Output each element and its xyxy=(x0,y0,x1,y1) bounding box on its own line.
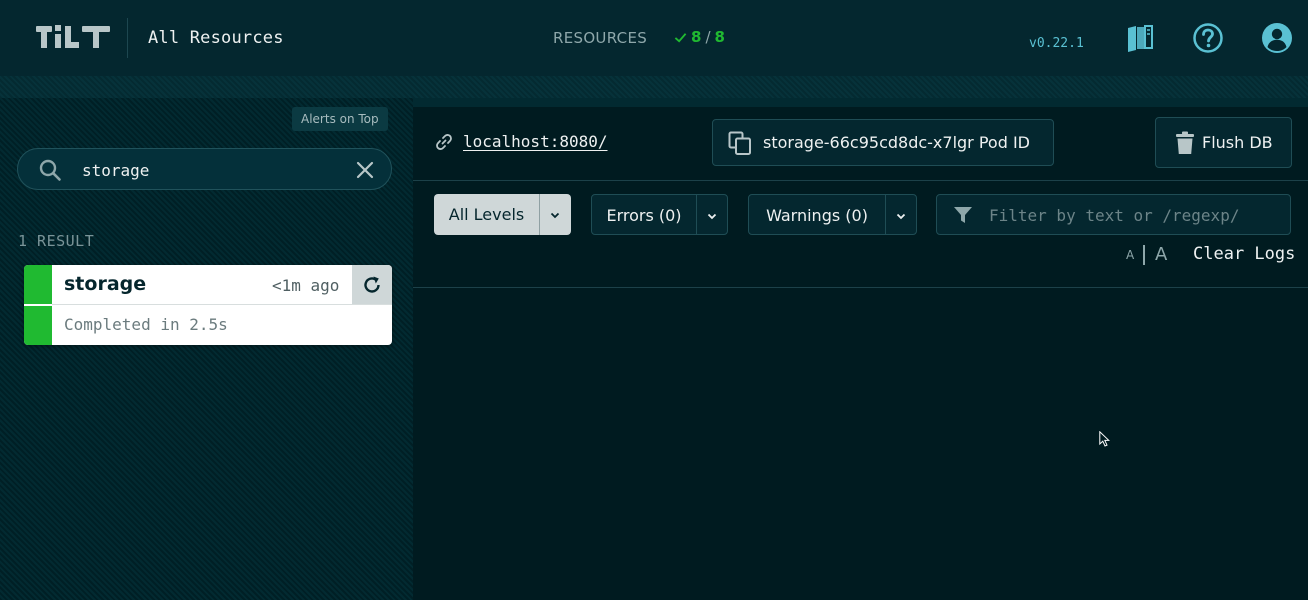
all-levels-filter: All Levels xyxy=(434,194,571,235)
docs-icon[interactable] xyxy=(1124,22,1156,54)
clear-logs-button[interactable]: Clear Logs xyxy=(1193,244,1295,264)
errors-filter: Errors (0) xyxy=(591,194,728,235)
resource-card-storage[interactable]: storage <1m ago Completed in 2.5s xyxy=(24,265,392,345)
resources-status-count[interactable]: 8 / 8 xyxy=(674,28,725,46)
decrease-font-size-button[interactable]: A xyxy=(1126,248,1134,262)
warnings-button[interactable]: Warnings (0) xyxy=(749,195,885,234)
resources-label: RESOURCES xyxy=(553,29,648,47)
search-icon xyxy=(39,159,61,181)
clear-search-icon[interactable] xyxy=(354,159,376,181)
header-stripe-band xyxy=(0,76,1308,98)
copy-pod-id-button[interactable]: storage-66c95cd8dc-x7lgr Pod ID xyxy=(712,119,1054,166)
resource-name[interactable]: storage xyxy=(64,273,146,295)
resource-search-input[interactable] xyxy=(82,158,342,182)
count-separator: / xyxy=(705,28,711,46)
all-levels-dropdown[interactable] xyxy=(539,194,570,235)
font-size-separator xyxy=(1143,245,1145,265)
increase-font-size-button[interactable]: A xyxy=(1155,244,1167,265)
runtime-status-indicator xyxy=(24,265,52,304)
header-divider xyxy=(127,18,128,58)
trash-icon xyxy=(1176,131,1194,154)
checkmark-icon xyxy=(674,32,687,43)
all-levels-button[interactable]: All Levels xyxy=(434,194,539,235)
warnings-filter: Warnings (0) xyxy=(748,194,917,235)
pod-id-label: storage-66c95cd8dc-x7lgr Pod ID xyxy=(763,133,1030,152)
errors-dropdown[interactable] xyxy=(696,195,727,234)
result-count: 1 RESULT xyxy=(18,232,95,250)
card-divider xyxy=(52,304,392,305)
page-title[interactable]: All Resources xyxy=(148,28,284,48)
version-label: v0.22.1 xyxy=(1029,36,1084,51)
resource-detail-pane: localhost:8080/ storage-66c95cd8dc-x7lgr… xyxy=(413,98,1308,600)
build-status-text: Completed in 2.5s xyxy=(64,315,228,334)
mouse-cursor-icon xyxy=(1099,431,1110,447)
pane-top-band xyxy=(413,98,1308,107)
endpoint-link[interactable]: localhost:8080/ xyxy=(435,132,608,151)
sidebar: Alerts on Top 1 RESULT storage <1m ago C… xyxy=(0,98,413,600)
filter-bar-divider xyxy=(413,180,1308,181)
resource-search-bar xyxy=(17,148,392,190)
flush-db-button[interactable]: Flush DB xyxy=(1155,117,1292,168)
top-nav-bar: All Resources RESOURCES 8 / 8 v0.22.1 xyxy=(0,0,1308,76)
link-icon xyxy=(436,133,452,150)
chevron-down-icon xyxy=(550,212,560,218)
errors-button[interactable]: Errors (0) xyxy=(592,195,696,234)
resources-ok-count: 8 xyxy=(691,28,702,46)
filter-icon xyxy=(954,207,972,223)
build-status-indicator xyxy=(24,306,52,345)
log-text-filter xyxy=(936,194,1291,235)
chevron-down-icon xyxy=(896,213,906,219)
flush-db-label: Flush DB xyxy=(1202,133,1273,152)
warnings-dropdown[interactable] xyxy=(885,195,916,234)
trigger-update-button[interactable] xyxy=(352,265,392,304)
endpoint-url: localhost:8080/ xyxy=(463,132,608,151)
chevron-down-icon xyxy=(707,213,717,219)
resources-total-count: 8 xyxy=(714,28,725,46)
tilt-logo[interactable] xyxy=(36,22,110,54)
log-filter-input[interactable] xyxy=(989,204,1279,226)
resource-updated-time: <1m ago xyxy=(272,276,340,295)
copy-icon xyxy=(728,131,751,155)
refresh-icon xyxy=(364,276,380,293)
alerts-on-top-toggle[interactable]: Alerts on Top xyxy=(292,107,388,131)
account-icon[interactable] xyxy=(1261,22,1293,54)
log-output-pane[interactable] xyxy=(413,288,1308,600)
help-icon[interactable] xyxy=(1192,22,1224,54)
